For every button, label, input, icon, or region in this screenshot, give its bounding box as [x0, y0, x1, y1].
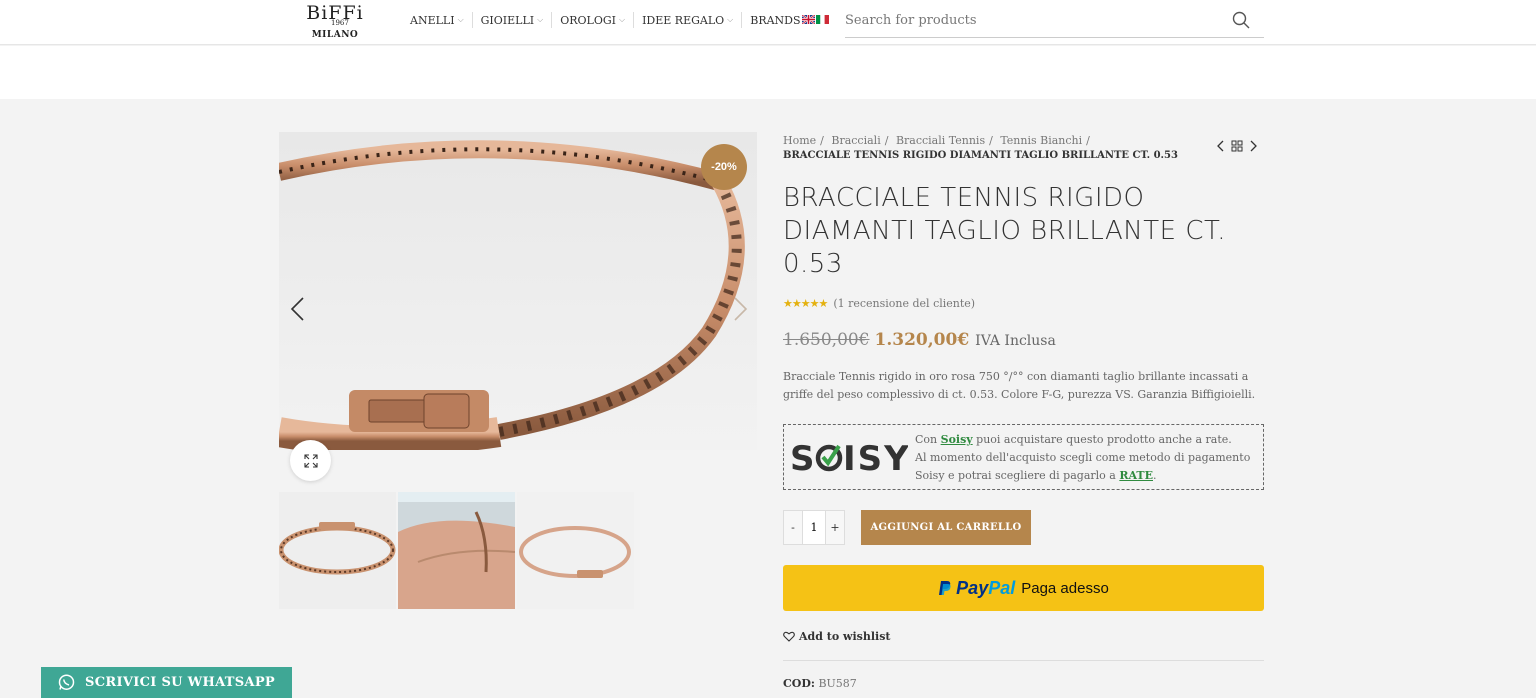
whatsapp-icon — [58, 674, 75, 690]
site-logo[interactable]: BiFFi 1967 MILANO — [300, 4, 370, 42]
nav-label: IDEE REGALO — [642, 13, 725, 27]
soisy-pre: Con — [915, 433, 938, 446]
product-sku: COD: BU587 — [783, 677, 857, 690]
main-nav: ANELLI ⌵ GIOIELLI ⌵ OROLOGI ⌵ IDEE REGALO ⌵ … — [410, 12, 818, 28]
soisy-line3: Soisy e potrai scegliere di pagarlo a — [915, 469, 1116, 482]
svg-text:ISY: ISY — [843, 439, 908, 477]
quantity-minus-button[interactable]: - — [783, 510, 803, 545]
breadcrumb-home[interactable]: Home — [783, 134, 816, 147]
breadcrumb-tennis-bianchi[interactable]: Tennis Bianchi — [1000, 134, 1082, 147]
chevron-down-icon: ⌵ — [618, 15, 626, 24]
uk-flag-icon[interactable] — [802, 15, 815, 24]
logo-city: MILANO — [311, 30, 359, 40]
soisy-line3-post: . — [1153, 469, 1157, 482]
chevron-down-icon: ⌵ — [457, 15, 464, 24]
divider — [783, 660, 1264, 661]
site-header: BiFFi 1967 MILANO ANELLI ⌵ GIOIELLI ⌵ OROL… — [0, 0, 1536, 45]
thumbnail-3[interactable] — [517, 492, 634, 609]
search-icon[interactable] — [1232, 11, 1250, 29]
product-search — [845, 8, 1264, 38]
quantity-plus-button[interactable]: + — [825, 510, 845, 545]
whatsapp-label: SCRIVICI SU WHATSAPP — [85, 675, 275, 690]
star-rating-icon: ★★★★★ — [783, 297, 828, 310]
product-price: 1.650,00€ 1.320,00€ IVA Inclusa — [783, 330, 1056, 350]
chevron-down-icon: ⌵ — [727, 15, 734, 24]
product-description: Bracciale Tennis rigido in oro rosa 750 … — [783, 370, 1256, 401]
breadcrumb-bracciali[interactable]: Bracciali — [831, 134, 880, 147]
logo-year: 1967 — [331, 19, 349, 27]
language-switcher — [802, 15, 829, 24]
bracelet-image — [279, 132, 757, 450]
vat-note: IVA Inclusa — [975, 333, 1056, 349]
svg-text:S: S — [790, 439, 817, 477]
zoom-button[interactable] — [290, 440, 331, 481]
soisy-line1: puoi acquistare questo prodotto anche a … — [976, 433, 1232, 446]
paypal-logo-icon — [939, 581, 951, 595]
soisy-logo-mark: S ISY — [790, 439, 909, 479]
thumbnail-1[interactable] — [279, 492, 396, 609]
product-navigation — [1217, 140, 1257, 152]
nav-label: GIOIELLI — [480, 13, 535, 27]
search-input[interactable] — [845, 8, 1225, 32]
thumbnail-2[interactable] — [398, 492, 515, 609]
quantity-stepper: - + — [783, 510, 845, 545]
sku-value: BU587 — [818, 677, 857, 690]
header-spacer — [0, 46, 1536, 99]
heart-icon — [783, 631, 795, 642]
italy-flag-icon[interactable] — [816, 15, 829, 24]
breadcrumb: Home / Bracciali / Bracciali Tennis / Tenni… — [783, 134, 1178, 161]
discount-badge: -20% — [701, 144, 747, 190]
nav-label: ANELLI — [410, 13, 455, 27]
soisy-banner: S ISY Con Soisy puoi acquistare questo p… — [783, 424, 1264, 490]
review-count-link[interactable]: (1 recensione del cliente) — [833, 297, 975, 310]
expand-icon — [303, 453, 318, 468]
nav-label: BRANDS — [750, 13, 801, 27]
paypal-label: Paga adesso — [1021, 579, 1109, 597]
breadcrumb-bracciali-tennis[interactable]: Bracciali Tennis — [896, 134, 985, 147]
soisy-rate-link[interactable]: RATE — [1119, 469, 1153, 482]
quantity-input[interactable] — [803, 510, 825, 545]
breadcrumb-current: BRACCIALE TENNIS RIGIDO DIAMANTI TAGLIO … — [783, 150, 1178, 161]
add-to-wishlist[interactable]: Add to wishlist — [783, 630, 890, 643]
paypal-wordmark: PayPal — [956, 578, 1015, 599]
soisy-line2: Al momento dell'acquisto scegli come met… — [915, 451, 1251, 464]
nav-item-orologi[interactable]: OROLOGI ⌵ — [552, 12, 635, 28]
next-product-icon[interactable] — [1249, 140, 1257, 152]
sale-price: 1.320,00€ — [874, 330, 970, 350]
soisy-logo: S ISY — [790, 437, 909, 486]
sku-label: COD: — [783, 677, 815, 690]
grid-icon[interactable] — [1231, 140, 1243, 152]
thumbnail-image — [279, 492, 396, 609]
add-to-cart-button[interactable]: AGGIUNGI AL CARRELLO — [861, 510, 1031, 545]
thumbnail-image — [517, 492, 634, 609]
paypal-pay: Pay — [956, 577, 989, 598]
thumbnail-strip — [279, 492, 634, 609]
thumbnail-image — [398, 492, 515, 609]
soisy-text: Con Soisy puoi acquistare questo prodott… — [915, 431, 1250, 485]
whatsapp-button[interactable]: SCRIVICI SU WHATSAPP — [41, 667, 292, 698]
nav-label: OROLOGI — [560, 13, 616, 27]
old-price: 1.650,00€ — [783, 330, 870, 350]
paypal-pal: Pal — [988, 577, 1016, 598]
soisy-link[interactable]: Soisy — [941, 433, 973, 446]
prev-product-icon[interactable] — [1217, 140, 1225, 152]
product-main-image[interactable] — [279, 132, 757, 450]
nav-item-anelli[interactable]: ANELLI ⌵ — [410, 12, 473, 28]
product-title: BRACCIALE TENNIS RIGIDO DIAMANTI TAGLIO … — [783, 183, 1227, 279]
gallery-next-arrow-icon[interactable] — [730, 296, 750, 322]
paypal-button[interactable]: PayPal Paga adesso — [783, 565, 1264, 611]
chevron-down-icon: ⌵ — [537, 15, 544, 24]
nav-item-idee-regalo[interactable]: IDEE REGALO ⌵ — [634, 12, 743, 28]
nav-item-gioielli[interactable]: GIOIELLI ⌵ — [473, 12, 553, 28]
product-rating: ★★★★★ (1 recensione del cliente) — [783, 297, 975, 310]
gallery-prev-arrow-icon[interactable] — [288, 296, 308, 322]
wishlist-label: Add to wishlist — [799, 630, 891, 643]
